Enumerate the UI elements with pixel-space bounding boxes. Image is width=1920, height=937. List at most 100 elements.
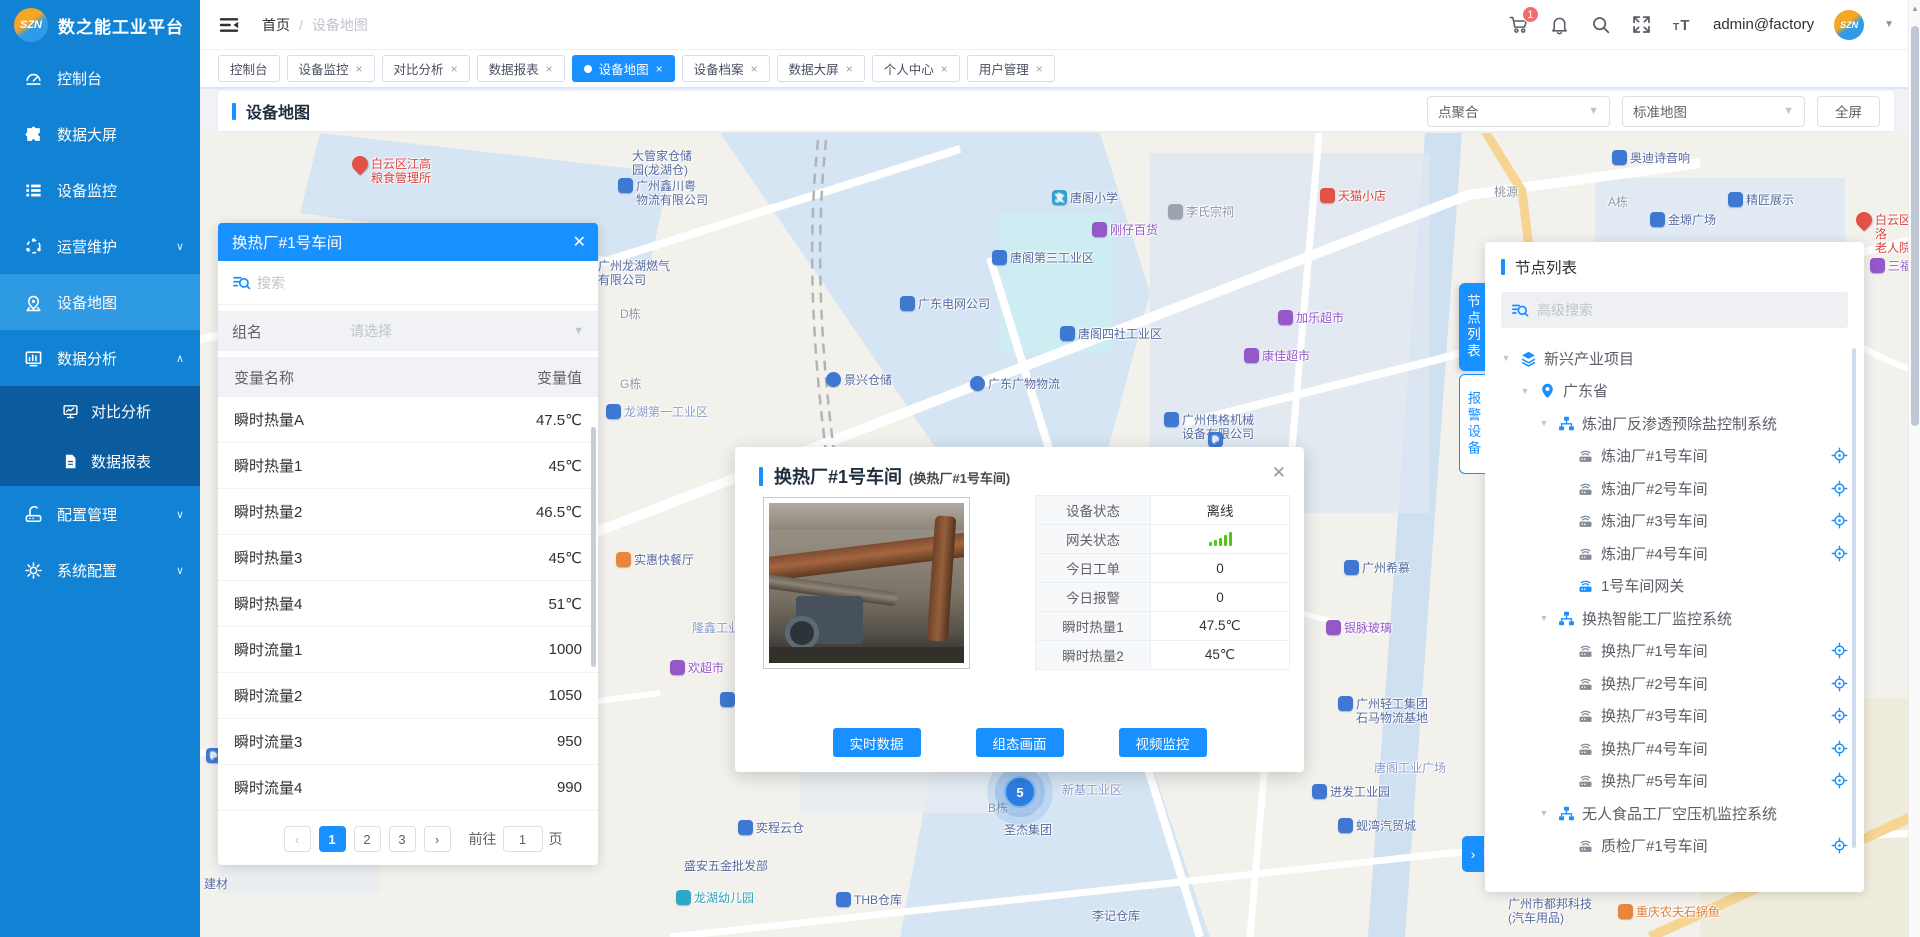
map-type-select[interactable]: 标准地图 ▼ xyxy=(1622,96,1805,127)
tree-caret-icon[interactable]: ▼ xyxy=(1537,808,1551,818)
tab-设备档案[interactable]: 设备档案× xyxy=(682,55,770,82)
user-name[interactable]: admin@factory xyxy=(1713,16,1814,33)
map-poi-label: 三福 xyxy=(1870,259,1912,273)
tree-node-refinery-ws3[interactable]: 炼油厂#3号车间 xyxy=(1485,505,1864,538)
close-tab-icon[interactable]: × xyxy=(356,62,363,76)
prev-page-button[interactable]: ‹ xyxy=(284,826,311,852)
tree-node-refinery-ws1[interactable]: 炼油厂#1号车间 xyxy=(1485,440,1864,473)
tree-caret-icon[interactable]: ▼ xyxy=(1537,418,1551,428)
close-tab-icon[interactable]: × xyxy=(751,62,758,76)
close-tab-icon[interactable]: × xyxy=(451,62,458,76)
blue-poi-icon xyxy=(1728,192,1743,207)
close-icon[interactable]: ✕ xyxy=(573,232,586,252)
locate-on-map-icon[interactable] xyxy=(1831,447,1848,464)
tab-设备监控[interactable]: 设备监控× xyxy=(287,55,375,82)
page-unit-label: 页 xyxy=(549,829,563,849)
scroll-up-arrow[interactable]: ▲ xyxy=(1911,4,1919,13)
popup-button-实时数据[interactable]: 实时数据 xyxy=(833,728,921,757)
tree-node-guangdong[interactable]: ▼广东省 xyxy=(1485,375,1864,408)
avatar[interactable]: SZN xyxy=(1834,10,1864,40)
tree-node-heat-ws4[interactable]: 换热厂#4号车间 xyxy=(1485,732,1864,765)
breadcrumb-home[interactable]: 首页 xyxy=(262,15,290,35)
fullscreen-map-button[interactable]: 全屏 xyxy=(1817,96,1880,127)
tree-node-heat-ws3[interactable]: 换热厂#3号车间 xyxy=(1485,700,1864,733)
font-size-icon[interactable]: TT xyxy=(1672,14,1693,35)
tree-node-heat-ws1[interactable]: 换热厂#1号车间 xyxy=(1485,635,1864,668)
sidebar-item-console[interactable]: 控制台 xyxy=(0,50,200,106)
locate-on-map-icon[interactable] xyxy=(1831,545,1848,562)
user-menu-caret-icon[interactable]: ▼ xyxy=(1884,19,1894,30)
goto-page-input[interactable] xyxy=(503,826,543,852)
sidebar-item-data-report[interactable]: 数据报表 xyxy=(0,436,200,486)
collapse-sidebar-icon[interactable] xyxy=(218,14,240,36)
popup-button-组态画面[interactable]: 组态画面 xyxy=(976,728,1064,757)
variable-search-input[interactable] xyxy=(257,275,584,291)
tree-node-heat-ws2[interactable]: 换热厂#2号车间 xyxy=(1485,667,1864,700)
close-tab-icon[interactable]: × xyxy=(656,62,663,76)
cluster-count[interactable]: 5 xyxy=(1004,776,1036,808)
search-icon[interactable] xyxy=(1590,14,1611,35)
tab-数据报表[interactable]: 数据报表× xyxy=(477,55,565,82)
locate-on-map-icon[interactable] xyxy=(1831,837,1848,854)
sidebar-item-ops-maintenance[interactable]: 运营维护∨ xyxy=(0,218,200,274)
sidebar-item-label: 数据报表 xyxy=(91,451,151,472)
locate-on-map-icon[interactable] xyxy=(1831,707,1848,724)
purple-poi-icon xyxy=(1870,258,1885,273)
locate-on-map-icon[interactable] xyxy=(1831,675,1848,692)
tree-node-refinery-ws2[interactable]: 炼油厂#2号车间 xyxy=(1485,472,1864,505)
page-scrollbar[interactable]: ▲ xyxy=(1908,0,1920,937)
locate-on-map-icon[interactable] xyxy=(1831,480,1848,497)
cart-icon[interactable]: 1 xyxy=(1508,14,1529,35)
tree-scrollbar[interactable] xyxy=(1852,348,1856,848)
tree-node-qc-ws1[interactable]: 质检厂#1号车间 xyxy=(1485,830,1864,863)
scrollbar-thumb[interactable] xyxy=(1911,26,1919,426)
close-tab-icon[interactable]: × xyxy=(846,62,853,76)
side-tab-报警设备[interactable]: 报警设备 xyxy=(1459,374,1485,474)
page-button-2[interactable]: 2 xyxy=(354,826,381,852)
close-tab-icon[interactable]: × xyxy=(546,62,553,76)
sidebar-item-data-screen[interactable]: 数据大屏 xyxy=(0,106,200,162)
close-tab-icon[interactable]: × xyxy=(941,62,948,76)
locate-on-map-icon[interactable] xyxy=(1831,512,1848,529)
poi-label-text: 广东广物物流 xyxy=(988,377,1060,391)
panel-collapse-handle[interactable]: › xyxy=(1462,836,1484,872)
sidebar-item-data-analysis[interactable]: 数据分析∧ xyxy=(0,330,200,386)
tree-caret-icon[interactable]: ▼ xyxy=(1518,386,1532,396)
page-button-1[interactable]: 1 xyxy=(319,826,346,852)
group-select[interactable]: 组名 请选择 ▼ xyxy=(218,311,598,351)
tab-对比分析[interactable]: 对比分析× xyxy=(382,55,470,82)
tree-node-refinery-system[interactable]: ▼炼油厂反渗透预除盐控制系统 xyxy=(1485,407,1864,440)
tree-node-food-system[interactable]: ▼无人食品工厂空压机监控系统 xyxy=(1485,797,1864,830)
tree-node-ws1-gateway[interactable]: 1号车间网关 xyxy=(1485,570,1864,603)
panel-scrollbar[interactable] xyxy=(591,427,596,667)
sidebar-item-config-mgmt[interactable]: 配置管理∨ xyxy=(0,486,200,542)
tab-控制台[interactable]: 控制台 xyxy=(218,55,280,82)
popup-button-视频监控[interactable]: 视频监控 xyxy=(1119,728,1207,757)
advanced-search-input[interactable] xyxy=(1537,302,1838,318)
tab-数据大屏[interactable]: 数据大屏× xyxy=(777,55,865,82)
tree-node-project-new-industry[interactable]: ▼新兴产业项目 xyxy=(1485,342,1864,375)
locate-on-map-icon[interactable] xyxy=(1831,642,1848,659)
page-button-3[interactable]: 3 xyxy=(389,826,416,852)
bell-icon[interactable] xyxy=(1549,14,1570,35)
tab-个人中心[interactable]: 个人中心× xyxy=(872,55,960,82)
cluster-mode-select[interactable]: 点聚合 ▼ xyxy=(1427,96,1610,127)
tab-设备地图[interactable]: 设备地图× xyxy=(572,55,675,82)
sidebar-item-device-map[interactable]: 设备地图 xyxy=(0,274,200,330)
side-tab-节点列表[interactable]: 节点列表 xyxy=(1459,283,1485,371)
next-page-button[interactable]: › xyxy=(424,826,451,852)
tree-node-heat-system[interactable]: ▼换热智能工厂监控系统 xyxy=(1485,602,1864,635)
tab-用户管理[interactable]: 用户管理× xyxy=(967,55,1055,82)
locate-on-map-icon[interactable] xyxy=(1831,740,1848,757)
tree-caret-icon[interactable]: ▼ xyxy=(1537,613,1551,623)
sidebar-item-compare-analysis[interactable]: 对比分析 xyxy=(0,386,200,436)
tree-caret-icon[interactable]: ▼ xyxy=(1499,353,1513,363)
tree-node-refinery-ws4[interactable]: 炼油厂#4号车间 xyxy=(1485,537,1864,570)
sidebar-item-system-config[interactable]: 系统配置∨ xyxy=(0,542,200,598)
close-tab-icon[interactable]: × xyxy=(1036,62,1043,76)
fullscreen-icon[interactable] xyxy=(1631,14,1652,35)
locate-on-map-icon[interactable] xyxy=(1831,772,1848,789)
close-icon[interactable]: ✕ xyxy=(1272,463,1286,483)
tree-node-heat-ws5[interactable]: 换热厂#5号车间 xyxy=(1485,765,1864,798)
sidebar-item-device-monitor[interactable]: 设备监控 xyxy=(0,162,200,218)
